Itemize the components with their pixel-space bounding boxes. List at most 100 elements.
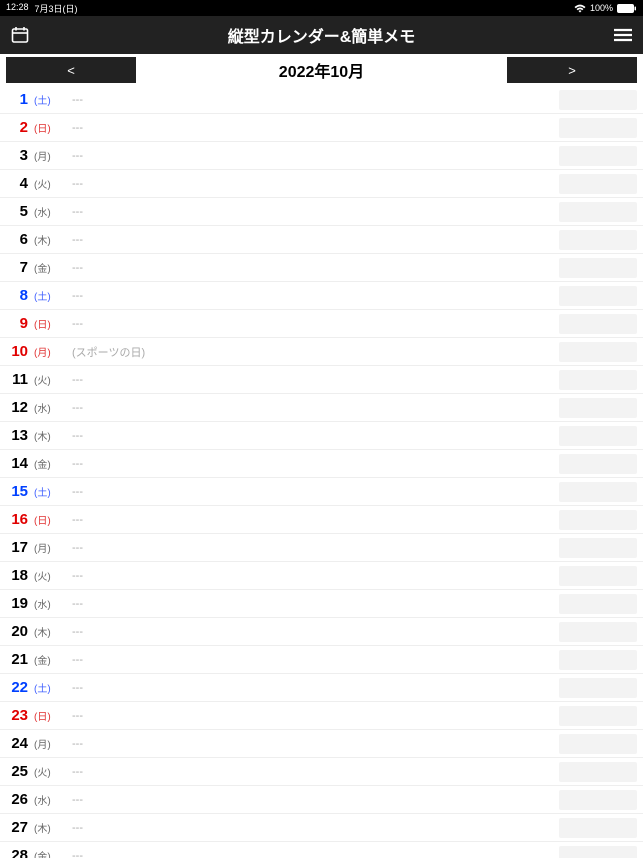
day-number: 26 <box>0 791 30 808</box>
day-tag[interactable] <box>559 454 637 474</box>
day-weekday: (土) <box>30 680 62 695</box>
day-row[interactable]: 25(火)--- <box>0 758 643 786</box>
day-number: 22 <box>0 679 30 696</box>
month-label: 2022年10月 <box>142 58 501 82</box>
day-tag[interactable] <box>559 146 637 166</box>
day-row[interactable]: 1(土)--- <box>0 86 643 114</box>
day-row[interactable]: 6(木)--- <box>0 226 643 254</box>
day-weekday: (火) <box>30 176 62 191</box>
day-row[interactable]: 18(火)--- <box>0 562 643 590</box>
day-memo: --- <box>62 150 559 162</box>
day-number: 1 <box>0 91 30 108</box>
day-row[interactable]: 13(木)--- <box>0 422 643 450</box>
day-row[interactable]: 17(月)--- <box>0 534 643 562</box>
day-row[interactable]: 8(土)--- <box>0 282 643 310</box>
day-tag[interactable] <box>559 510 637 530</box>
day-row[interactable]: 24(月)--- <box>0 730 643 758</box>
day-memo: --- <box>62 570 559 582</box>
day-weekday: (金) <box>30 652 62 667</box>
day-tag[interactable] <box>559 90 637 110</box>
day-tag[interactable] <box>559 594 637 614</box>
day-weekday: (日) <box>30 316 62 331</box>
day-number: 10 <box>0 343 30 360</box>
day-tag[interactable] <box>559 566 637 586</box>
month-nav: < 2022年10月 > <box>0 54 643 86</box>
day-row[interactable]: 4(火)--- <box>0 170 643 198</box>
day-row[interactable]: 20(木)--- <box>0 618 643 646</box>
prev-month-button[interactable]: < <box>6 57 136 83</box>
day-row[interactable]: 7(金)--- <box>0 254 643 282</box>
day-tag[interactable] <box>559 846 637 858</box>
day-memo: --- <box>62 206 559 218</box>
day-tag[interactable] <box>559 398 637 418</box>
day-tag[interactable] <box>559 174 637 194</box>
day-number: 3 <box>0 147 30 164</box>
day-row[interactable]: 21(金)--- <box>0 646 643 674</box>
day-weekday: (金) <box>30 260 62 275</box>
calendar-icon[interactable] <box>10 25 30 45</box>
day-row[interactable]: 2(日)--- <box>0 114 643 142</box>
day-memo: --- <box>62 94 559 106</box>
day-tag[interactable] <box>559 230 637 250</box>
day-row[interactable]: 12(水)--- <box>0 394 643 422</box>
day-memo: --- <box>62 626 559 638</box>
day-weekday: (木) <box>30 428 62 443</box>
day-row[interactable]: 26(水)--- <box>0 786 643 814</box>
day-memo: --- <box>62 654 559 666</box>
day-tag[interactable] <box>559 818 637 838</box>
day-memo: --- <box>62 262 559 274</box>
day-memo: --- <box>62 402 559 414</box>
day-row[interactable]: 14(金)--- <box>0 450 643 478</box>
day-row[interactable]: 22(土)--- <box>0 674 643 702</box>
day-row[interactable]: 27(木)--- <box>0 814 643 842</box>
day-tag[interactable] <box>559 734 637 754</box>
day-memo: --- <box>62 234 559 246</box>
day-tag[interactable] <box>559 538 637 558</box>
day-row[interactable]: 28(金)--- <box>0 842 643 858</box>
status-time: 12:28 <box>6 2 29 15</box>
day-row[interactable]: 15(土)--- <box>0 478 643 506</box>
day-row[interactable]: 23(日)--- <box>0 702 643 730</box>
day-weekday: (土) <box>30 92 62 107</box>
day-tag[interactable] <box>559 650 637 670</box>
day-row[interactable]: 9(日)--- <box>0 310 643 338</box>
day-tag[interactable] <box>559 482 637 502</box>
day-tag[interactable] <box>559 342 637 362</box>
day-row[interactable]: 19(水)--- <box>0 590 643 618</box>
day-row[interactable]: 5(水)--- <box>0 198 643 226</box>
day-memo: --- <box>62 318 559 330</box>
day-weekday: (水) <box>30 596 62 611</box>
day-row[interactable]: 3(月)--- <box>0 142 643 170</box>
day-tag[interactable] <box>559 286 637 306</box>
day-tag[interactable] <box>559 370 637 390</box>
day-tag[interactable] <box>559 706 637 726</box>
day-row[interactable]: 10(月)(スポーツの日) <box>0 338 643 366</box>
day-tag[interactable] <box>559 258 637 278</box>
day-list[interactable]: 1(土)---2(日)---3(月)---4(火)---5(水)---6(木)-… <box>0 86 643 858</box>
day-row[interactable]: 11(火)--- <box>0 366 643 394</box>
day-number: 27 <box>0 819 30 836</box>
day-tag[interactable] <box>559 314 637 334</box>
next-month-button[interactable]: > <box>507 57 637 83</box>
day-tag[interactable] <box>559 118 637 138</box>
day-tag[interactable] <box>559 790 637 810</box>
day-tag[interactable] <box>559 426 637 446</box>
app-header: 縦型カレンダー&簡単メモ <box>0 16 643 54</box>
day-number: 12 <box>0 399 30 416</box>
day-memo: --- <box>62 682 559 694</box>
menu-icon[interactable] <box>613 25 633 45</box>
day-number: 25 <box>0 763 30 780</box>
day-memo: --- <box>62 458 559 470</box>
day-tag[interactable] <box>559 678 637 698</box>
day-number: 11 <box>0 371 30 388</box>
day-number: 18 <box>0 567 30 584</box>
day-weekday: (木) <box>30 624 62 639</box>
day-tag[interactable] <box>559 622 637 642</box>
day-row[interactable]: 16(日)--- <box>0 506 643 534</box>
day-number: 9 <box>0 315 30 332</box>
day-tag[interactable] <box>559 762 637 782</box>
day-number: 28 <box>0 847 30 858</box>
wifi-icon <box>574 4 586 13</box>
day-memo: --- <box>62 710 559 722</box>
day-tag[interactable] <box>559 202 637 222</box>
